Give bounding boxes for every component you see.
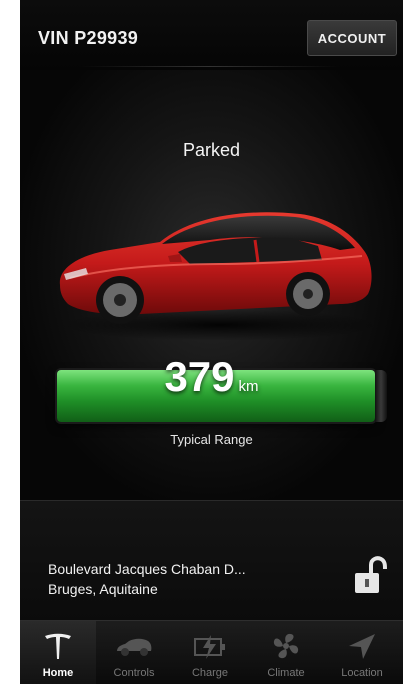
location-panel[interactable]: Boulevard Jacques Chaban D... Bruges, Aq…	[20, 500, 403, 621]
vehicle-stage: Parked 379 km Typical Range	[20, 70, 403, 500]
battery-charge-icon	[194, 635, 225, 659]
car-icon	[117, 638, 152, 656]
header: VIN P29939 ACCOUNT	[20, 0, 403, 70]
tab-location-label: Location	[341, 667, 383, 679]
app-screen: VIN P29939 ACCOUNT Parked 379 km Typical…	[20, 0, 403, 684]
vehicle-status: Parked	[182, 140, 241, 160]
vin-label: VIN P29939	[38, 28, 139, 48]
tab-home[interactable]: Home	[20, 621, 96, 684]
tab-controls-label: Controls	[113, 667, 155, 679]
tab-home-label: Home	[42, 667, 74, 679]
range-value: 379	[164, 353, 235, 400]
navigation-arrow-icon	[349, 634, 375, 659]
tab-climate[interactable]: Climate	[248, 621, 324, 684]
tab-bar: Home Controls Charge Climate Location	[20, 620, 403, 684]
tab-controls[interactable]: Controls	[96, 621, 172, 684]
tab-charge[interactable]: Charge	[172, 621, 248, 684]
range-label: Typical Range	[170, 432, 253, 447]
header-divider	[80, 66, 340, 67]
tab-location[interactable]: Location	[324, 621, 400, 684]
unlocked-padlock-icon[interactable]	[351, 555, 389, 595]
tesla-logo-icon	[45, 633, 71, 659]
tab-climate-label: Climate	[267, 667, 305, 679]
range-unit: km	[238, 378, 259, 395]
range-readout: 379 km	[20, 353, 403, 401]
fan-icon	[273, 633, 299, 659]
location-street: Boulevard Jacques Chaban D...	[48, 561, 246, 577]
account-button[interactable]: ACCOUNT	[307, 20, 397, 56]
car-image	[59, 212, 380, 340]
tab-charge-label: Charge	[191, 667, 229, 679]
location-city: Bruges, Aquitaine	[48, 581, 158, 597]
